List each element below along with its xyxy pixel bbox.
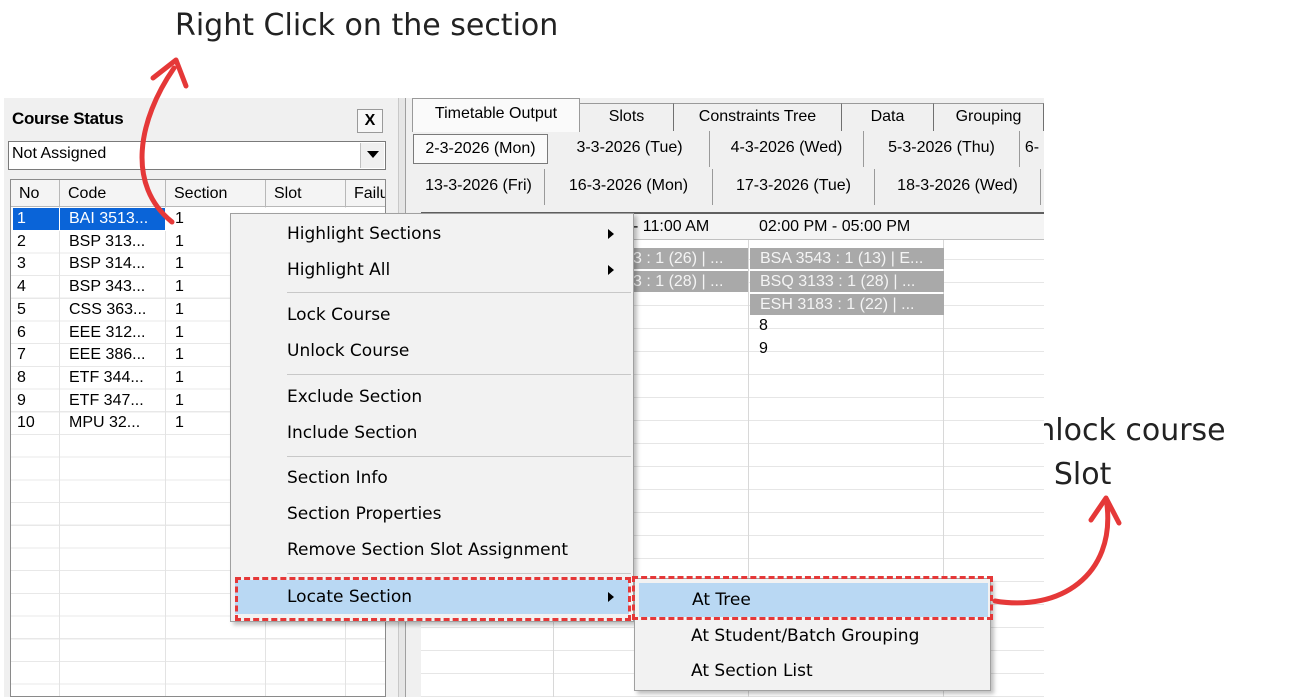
annotation-arrows	[139, 57, 1122, 606]
arrow-to-section-icon	[139, 65, 177, 225]
arrowhead-icon	[1088, 495, 1122, 526]
